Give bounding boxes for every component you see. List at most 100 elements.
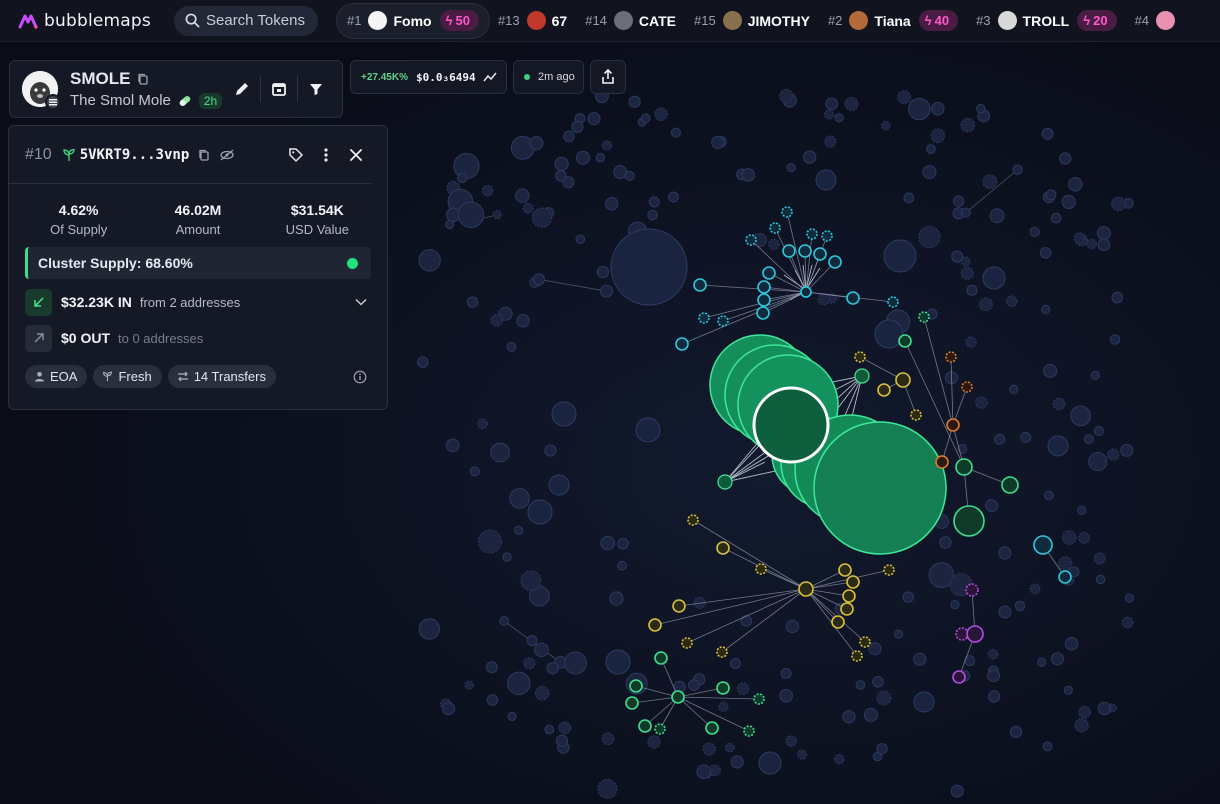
selected-wallet-bubble[interactable]: [752, 386, 830, 464]
cluster-bubble[interactable]: [840, 602, 854, 616]
holder-bubble[interactable]: [548, 474, 570, 496]
holder-bubble[interactable]: [1086, 238, 1097, 250]
holder-bubble[interactable]: [555, 734, 569, 747]
holder-bubble[interactable]: [1043, 363, 1058, 378]
holder-bubble[interactable]: [842, 710, 856, 724]
holder-bubble[interactable]: [610, 228, 688, 306]
holder-bubble[interactable]: [554, 156, 569, 172]
inflow-row[interactable]: $32.23K IN from 2 addresses: [25, 288, 371, 316]
holder-bubble[interactable]: [1029, 583, 1041, 595]
holder-bubble[interactable]: [417, 356, 429, 368]
holder-bubble[interactable]: [546, 662, 559, 675]
holder-bubble[interactable]: [815, 169, 837, 191]
holder-bubble[interactable]: [1050, 212, 1062, 224]
holder-bubble[interactable]: [1097, 238, 1111, 252]
logo[interactable]: bubblemaps: [18, 11, 168, 31]
date-range-button[interactable]: [261, 73, 297, 105]
cluster-bubble[interactable]: [877, 383, 891, 397]
holder-bubble[interactable]: [515, 188, 530, 203]
cluster-bubble[interactable]: [762, 266, 776, 280]
cluster-bubble[interactable]: [946, 418, 960, 432]
cluster-bubble[interactable]: [1058, 570, 1072, 584]
holder-bubble[interactable]: [696, 764, 712, 780]
ticker-item[interactable]: #2 Tiana ϟ 40: [820, 3, 968, 39]
holder-bubble[interactable]: [509, 488, 530, 509]
cluster-bubble[interactable]: [654, 651, 668, 665]
holder-bubble[interactable]: [466, 296, 479, 308]
holder-bubble[interactable]: [926, 144, 936, 154]
cluster-bubble[interactable]: [851, 650, 863, 662]
holder-bubble[interactable]: [1120, 443, 1134, 457]
holder-bubble[interactable]: [785, 735, 797, 747]
cluster-bubble[interactable]: [745, 234, 757, 246]
holder-bubble[interactable]: [624, 170, 635, 181]
price-chart-button[interactable]: +27.45K% $0.0₃6494: [350, 60, 507, 94]
tag-fresh[interactable]: Fresh: [93, 365, 162, 388]
cluster-bubble[interactable]: [800, 286, 812, 298]
holder-bubble[interactable]: [978, 297, 993, 312]
cluster-bubble[interactable]: [757, 280, 771, 294]
cluster-bubble[interactable]: [716, 681, 730, 695]
holder-bubble[interactable]: [544, 724, 555, 735]
holder-bubble[interactable]: [1083, 434, 1094, 445]
cluster-bubble[interactable]: [717, 315, 729, 327]
holder-bubble[interactable]: [575, 150, 591, 165]
holder-bubble[interactable]: [647, 209, 658, 221]
holder-bubble[interactable]: [1088, 452, 1108, 472]
ticker-item[interactable]: #1 Fomo ϟ 50: [336, 2, 490, 39]
holder-bubble[interactable]: [1029, 226, 1040, 238]
holder-bubble[interactable]: [514, 525, 524, 535]
cluster-bubble[interactable]: [1033, 535, 1053, 555]
holder-bubble[interactable]: [600, 284, 614, 298]
holder-bubble[interactable]: [1074, 718, 1089, 733]
tag-eoa[interactable]: EOA: [25, 365, 88, 388]
holder-bubble[interactable]: [998, 546, 1012, 560]
holder-bubble[interactable]: [913, 652, 927, 666]
holder-bubble[interactable]: [953, 195, 965, 207]
holder-bubble[interactable]: [469, 466, 480, 477]
cluster-bubble[interactable]: [769, 222, 781, 234]
ticker-item[interactable]: #4: [1127, 3, 1191, 39]
holder-bubble[interactable]: [526, 635, 538, 647]
tag-button[interactable]: [281, 139, 311, 171]
holder-bubble[interactable]: [902, 591, 914, 603]
holder-bubble[interactable]: [648, 196, 660, 208]
cluster-bubble[interactable]: [753, 693, 765, 705]
holder-bubble[interactable]: [529, 136, 544, 151]
holder-bubble[interactable]: [1121, 616, 1134, 629]
cluster-bubble[interactable]: [953, 505, 985, 537]
cluster-bubble[interactable]: [687, 514, 699, 526]
cluster-bubble[interactable]: [961, 381, 973, 393]
holder-bubble[interactable]: [1077, 505, 1087, 515]
holder-bubble[interactable]: [975, 396, 988, 409]
holder-bubble[interactable]: [824, 109, 835, 120]
holder-bubble[interactable]: [780, 667, 792, 679]
holder-bubble[interactable]: [1078, 705, 1092, 719]
holder-bubble[interactable]: [1050, 652, 1064, 666]
cluster-supply-bar[interactable]: Cluster Supply: 68.60%: [25, 247, 371, 279]
holder-bubble[interactable]: [966, 284, 978, 296]
cluster-bubble[interactable]: [955, 458, 973, 476]
holder-bubble[interactable]: [520, 570, 542, 592]
holder-bubble[interactable]: [903, 192, 915, 204]
tag-transfers[interactable]: 14 Transfers: [167, 365, 276, 388]
holder-bubble[interactable]: [834, 753, 845, 765]
holder-bubble[interactable]: [994, 433, 1005, 445]
holder-bubble[interactable]: [779, 88, 794, 103]
holder-bubble[interactable]: [740, 615, 753, 627]
copy-icon[interactable]: [136, 72, 150, 86]
holder-bubble[interactable]: [1041, 127, 1054, 140]
holder-bubble[interactable]: [507, 711, 517, 722]
holder-bubble[interactable]: [779, 688, 793, 703]
holder-bubble[interactable]: [930, 128, 946, 143]
cluster-bubble[interactable]: [966, 625, 984, 643]
holder-bubble[interactable]: [609, 591, 624, 606]
cluster-bubble[interactable]: [781, 206, 793, 218]
holder-bubble[interactable]: [1090, 370, 1100, 380]
cluster-bubble[interactable]: [821, 230, 833, 242]
holder-bubble[interactable]: [418, 618, 440, 640]
ticker-item[interactable]: #14 CATE: [577, 3, 686, 39]
holder-bubble[interactable]: [457, 172, 468, 183]
holder-bubble[interactable]: [1097, 701, 1112, 716]
holder-bubble[interactable]: [531, 207, 553, 228]
